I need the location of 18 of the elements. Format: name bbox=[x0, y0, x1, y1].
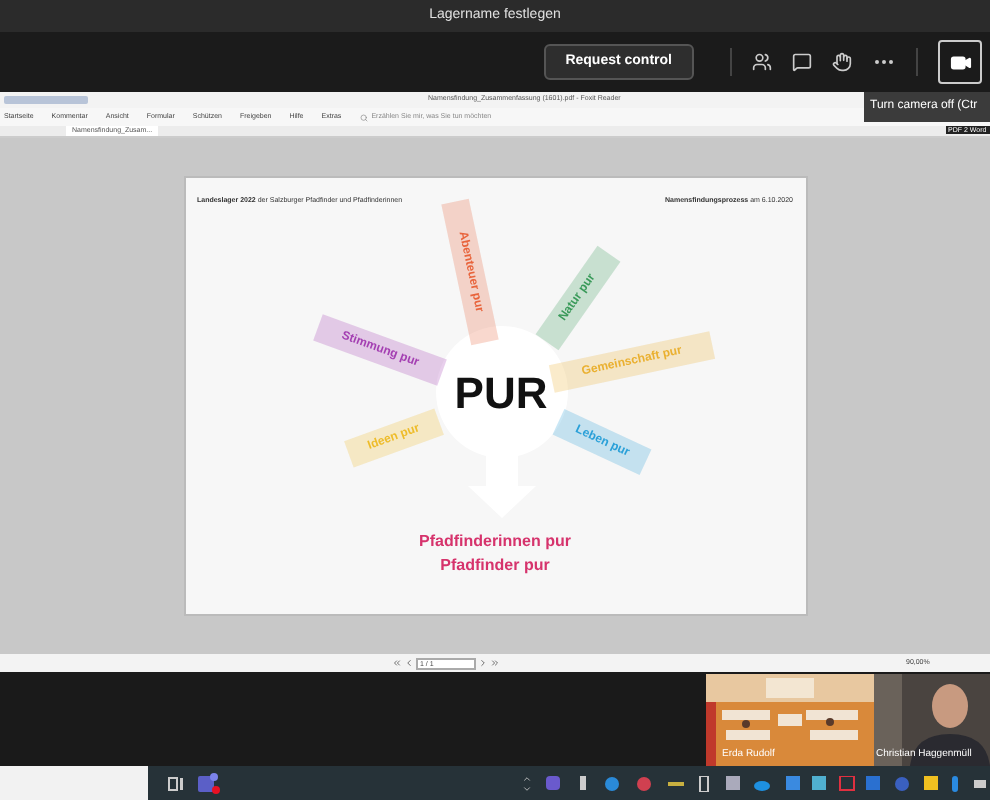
chevron-down-icon[interactable] bbox=[522, 783, 532, 793]
tray-icons-drawing[interactable] bbox=[546, 775, 986, 791]
camera-button[interactable] bbox=[938, 40, 982, 84]
camera-icon bbox=[949, 51, 971, 73]
chevron-up-icon[interactable] bbox=[522, 773, 532, 783]
next-page-icon[interactable] bbox=[478, 658, 488, 668]
previous-page-icon[interactable] bbox=[404, 658, 414, 668]
result-text: Pfadfinder pur bbox=[440, 554, 550, 578]
quick-access-toolbar bbox=[4, 96, 88, 104]
search-field[interactable] bbox=[0, 766, 148, 800]
result-text: Pfadfinderinnen pur bbox=[419, 530, 571, 554]
chat-icon[interactable] bbox=[792, 52, 812, 72]
center-word: PUR bbox=[454, 365, 548, 421]
task-view-icon[interactable] bbox=[168, 775, 184, 791]
people-icon[interactable] bbox=[752, 52, 772, 72]
teams-icon[interactable] bbox=[198, 772, 220, 794]
search-icon bbox=[359, 113, 368, 121]
raise-hand-icon[interactable] bbox=[832, 52, 852, 72]
